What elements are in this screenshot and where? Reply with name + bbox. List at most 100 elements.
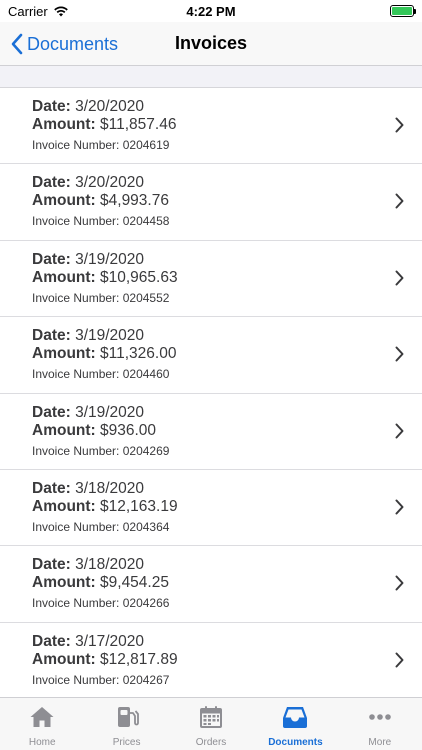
invoice-date: Date: 3/20/2020 (32, 98, 422, 116)
invoice-number-label: Invoice Number: (32, 672, 120, 687)
invoice-row[interactable]: Date: 3/20/2020 Amount: $4,993.76 Invoic… (0, 164, 422, 241)
tab-prices[interactable]: Prices (84, 698, 168, 750)
invoice-number: Invoice Number: 0204269 (32, 443, 422, 459)
amount-value: $9,454.25 (100, 574, 169, 592)
invoice-number-label: Invoice Number: (32, 138, 120, 152)
invoice-amount: Amount: $11,857.46 (32, 116, 422, 134)
date-value: 3/19/2020 (75, 327, 145, 345)
tab-more[interactable]: More (338, 698, 422, 750)
invoice-amount: Amount: $4,993.76 (32, 192, 422, 210)
invoice-row[interactable]: Date: 3/18/2020 Amount: $9,454.25 Invoic… (0, 546, 422, 623)
tab-label: Documents (268, 737, 323, 748)
invoice-row[interactable]: Date: 3/19/2020 Amount: $11,326.00 Invoi… (0, 317, 422, 394)
chevron-left-icon (11, 33, 23, 55)
invoice-list: Date: 3/20/2020 Amount: $11,857.46 Invoi… (0, 87, 422, 697)
invoice-number-value: 0204619 (122, 138, 170, 152)
invoice-row[interactable]: Date: 3/20/2020 Amount: $11,857.46 Invoi… (0, 88, 422, 165)
invoice-number-label: Invoice Number: (32, 367, 120, 382)
amount-label: Amount: (32, 497, 96, 515)
chevron-right-icon (395, 346, 404, 362)
home-icon (29, 705, 55, 734)
date-value: 3/20/2020 (75, 98, 145, 115)
invoice-number: Invoice Number: 0204458 (32, 213, 422, 229)
date-label: Date: (32, 632, 71, 650)
amount-value: $4,993.76 (100, 192, 169, 210)
amount-value: $11,326.00 (100, 345, 177, 363)
tab-label: Prices (112, 737, 141, 748)
navigation-bar: Documents Invoices (0, 22, 422, 66)
invoice-number-label: Invoice Number: (32, 519, 120, 534)
carrier-label: Carrier (8, 3, 48, 19)
invoice-number: Invoice Number: 0204267 (32, 672, 422, 688)
back-button[interactable]: Documents (10, 22, 118, 66)
invoice-date: Date: 3/19/2020 (32, 404, 422, 422)
invoice-amount: Amount: $936.00 (32, 422, 422, 440)
date-label: Date: (32, 98, 71, 115)
ellipsis-icon (367, 705, 393, 734)
date-value: 3/19/2020 (75, 250, 145, 268)
amount-value: $10,965.63 (100, 268, 178, 286)
chevron-right-icon (395, 652, 404, 668)
chevron-right-icon (395, 270, 404, 286)
invoice-number-value: 0204269 (122, 443, 170, 458)
invoice-number: Invoice Number: 0204552 (32, 290, 422, 306)
tab-label: Home (28, 737, 56, 748)
invoice-number: Invoice Number: 0204266 (32, 595, 422, 611)
chevron-right-icon (395, 499, 404, 515)
date-label: Date: (32, 250, 71, 268)
amount-value: $11,857.46 (100, 116, 177, 133)
invoice-amount: Amount: $9,454.25 (32, 574, 422, 592)
invoice-amount: Amount: $11,326.00 (32, 345, 422, 363)
wifi-icon (53, 6, 68, 17)
invoice-amount: Amount: $12,163.19 (32, 498, 422, 516)
invoice-number: Invoice Number: 0204619 (32, 137, 422, 153)
date-value: 3/18/2020 (75, 556, 145, 574)
tab-label: More (368, 737, 392, 748)
amount-label: Amount: (32, 192, 96, 210)
battery-level (392, 7, 412, 15)
invoice-number-label: Invoice Number: (32, 596, 120, 611)
invoice-date: Date: 3/18/2020 (32, 556, 422, 574)
amount-value: $12,163.19 (100, 497, 178, 515)
tab-bar: Home Prices Orders Documents More (0, 697, 422, 750)
invoice-row[interactable]: Date: 3/17/2020 Amount: $12,817.89 Invoi… (0, 622, 422, 697)
amount-label: Amount: (32, 116, 96, 133)
invoice-list-scroll[interactable]: Date: 3/20/2020 Amount: $11,857.46 Invoi… (0, 67, 422, 697)
calendar-icon (198, 705, 224, 734)
invoice-number-value: 0204267 (122, 672, 170, 687)
invoice-number-value: 0204266 (122, 596, 170, 611)
invoice-date: Date: 3/18/2020 (32, 480, 422, 498)
chevron-right-icon (395, 423, 404, 439)
invoice-number-value: 0204458 (122, 214, 170, 229)
date-value: 3/20/2020 (75, 174, 145, 192)
invoice-number-value: 0204460 (122, 367, 170, 382)
date-label: Date: (32, 479, 71, 497)
amount-label: Amount: (32, 268, 96, 286)
amount-label: Amount: (32, 650, 96, 668)
date-value: 3/18/2020 (75, 479, 145, 497)
invoice-amount: Amount: $12,817.89 (32, 651, 422, 669)
invoice-number-label: Invoice Number: (32, 443, 120, 458)
invoice-date: Date: 3/19/2020 (32, 251, 422, 269)
chevron-right-icon (395, 575, 404, 591)
invoice-number: Invoice Number: 0204460 (32, 366, 422, 382)
invoice-row[interactable]: Date: 3/19/2020 Amount: $936.00 Invoice … (0, 393, 422, 470)
date-label: Date: (32, 174, 71, 192)
date-label: Date: (32, 403, 71, 421)
invoice-number-label: Invoice Number: (32, 290, 120, 305)
amount-value: $936.00 (100, 421, 157, 439)
invoice-row[interactable]: Date: 3/18/2020 Amount: $12,163.19 Invoi… (0, 469, 422, 547)
invoice-number-value: 0204364 (122, 519, 170, 534)
amount-label: Amount: (32, 421, 96, 439)
inbox-tray-icon (282, 705, 308, 734)
battery-icon (390, 5, 416, 17)
invoice-date: Date: 3/20/2020 (32, 174, 422, 192)
invoice-row[interactable]: Date: 3/19/2020 Amount: $10,965.63 Invoi… (0, 240, 422, 318)
tab-orders[interactable]: Orders (169, 698, 253, 750)
tab-home[interactable]: Home (0, 698, 84, 750)
date-label: Date: (32, 327, 71, 345)
date-label: Date: (32, 556, 71, 574)
tab-documents[interactable]: Documents (253, 698, 337, 750)
amount-label: Amount: (32, 345, 96, 363)
chevron-right-icon (395, 117, 404, 133)
